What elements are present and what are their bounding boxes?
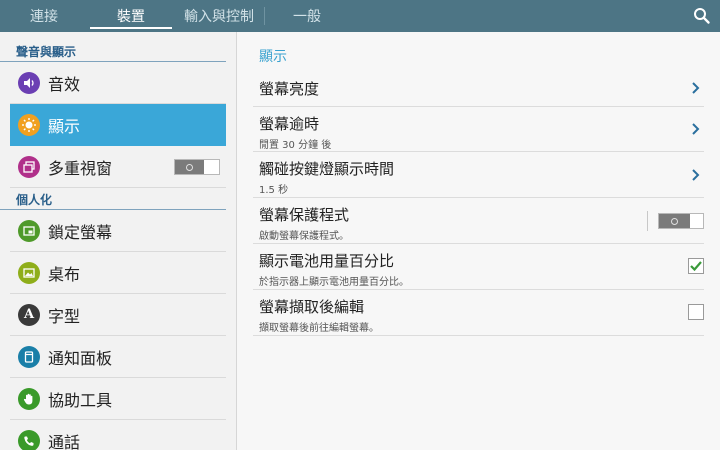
display-settings-panel: 顯示 螢幕亮度 螢幕逾時 閒置 30 分鐘 後 觸碰按鍵燈顯示時間 1.5 秒 …: [237, 32, 720, 450]
accessibility-hand-icon: [18, 387, 40, 410]
search-icon: [694, 8, 710, 24]
setting-title: 顯示電池用量百分比: [259, 252, 395, 270]
sidebar-item-notification-panel[interactable]: 通知面板: [10, 336, 226, 378]
battery-percentage-checkbox[interactable]: [688, 258, 704, 274]
sidebar-item-label: 音效: [48, 74, 81, 94]
wallpaper-icon: [18, 261, 40, 284]
sidebar-item-accessibility[interactable]: 協助工具: [10, 378, 226, 420]
font-icon-glyph: A: [23, 307, 35, 322]
sidebar-item-label: 字型: [48, 306, 81, 326]
tab-label: 輸入與控制: [184, 9, 254, 25]
tab-label: 連接: [30, 9, 58, 25]
toggle-knob: [175, 160, 204, 174]
phone-icon: [18, 429, 40, 450]
speaker-icon: [18, 71, 40, 94]
setting-subtitle: 擷取螢幕後前往編輯螢幕。: [259, 323, 379, 334]
setting-title: 螢幕逾時: [259, 115, 320, 133]
setting-row-screensaver[interactable]: 螢幕保護程式 啟動螢幕保護程式。: [253, 198, 704, 244]
setting-row-screenshot-edit[interactable]: 螢幕擷取後編輯 擷取螢幕後前往編輯螢幕。: [253, 290, 704, 336]
setting-subtitle: 閒置 30 分鐘 後: [259, 140, 332, 151]
sidebar-item-label: 通話: [48, 432, 81, 450]
checkmark-icon: [690, 261, 702, 272]
tab-controls[interactable]: 輸入與控制: [174, 0, 264, 32]
font-icon: A: [18, 303, 40, 326]
screensaver-toggle[interactable]: [658, 213, 704, 229]
chevron-right-icon: [692, 169, 700, 181]
top-tab-bar: 連接 裝置 輸入與控制 一般: [0, 0, 720, 32]
sidebar-item-lock-screen[interactable]: 鎖定螢幕: [10, 210, 226, 252]
tab-device[interactable]: 裝置: [88, 0, 174, 32]
tab-label: 一般: [293, 9, 321, 25]
sidebar-item-multi-window[interactable]: 多重視窗: [10, 146, 226, 188]
tab-connections[interactable]: 連接: [0, 0, 88, 32]
setting-title: 螢幕亮度: [259, 80, 320, 98]
page-title: 顯示: [259, 49, 287, 65]
setting-subtitle: 於指示器上顯示電池用量百分比。: [259, 277, 409, 288]
sidebar-item-label: 桌布: [48, 264, 81, 284]
sidebar-item-label: 顯示: [48, 116, 81, 136]
sidebar: 聲音與顯示 音效 顯示 多重視窗 個人化 鎖定螢幕 桌布 A 字型 通知面板 協…: [0, 32, 236, 450]
search-button[interactable]: [692, 6, 712, 26]
sidebar-item-call[interactable]: 通話: [10, 420, 226, 450]
setting-title: 螢幕保護程式: [259, 206, 350, 224]
setting-subtitle: 啟動螢幕保護程式。: [259, 231, 349, 242]
chevron-right-icon: [692, 82, 700, 94]
sidebar-item-display[interactable]: 顯示: [10, 104, 226, 146]
sidebar-item-label: 通知面板: [48, 348, 113, 368]
setting-title: 螢幕擷取後編輯: [259, 298, 365, 316]
sidebar-item-label: 協助工具: [48, 390, 113, 410]
section-header-personalization: 個人化: [0, 188, 226, 210]
chevron-right-icon: [692, 123, 700, 135]
sidebar-item-label: 鎖定螢幕: [48, 222, 113, 242]
section-header-sound-display: 聲音與顯示: [0, 42, 226, 62]
multi-window-toggle[interactable]: [174, 159, 220, 175]
setting-row-touch-key-light[interactable]: 觸碰按鍵燈顯示時間 1.5 秒: [253, 152, 704, 198]
toggle-knob: [659, 214, 690, 228]
setting-row-screen-timeout[interactable]: 螢幕逾時 閒置 30 分鐘 後: [253, 107, 704, 152]
multi-window-icon: [18, 155, 40, 178]
lock-screen-icon: [18, 219, 40, 242]
notification-panel-icon: [18, 345, 40, 368]
screenshot-edit-checkbox[interactable]: [688, 304, 704, 320]
tab-general[interactable]: 一般: [265, 0, 349, 32]
sidebar-item-sound[interactable]: 音效: [10, 62, 226, 104]
control-divider: [647, 211, 648, 231]
setting-row-brightness[interactable]: 螢幕亮度: [253, 70, 704, 107]
sidebar-item-font[interactable]: A 字型: [10, 294, 226, 336]
setting-row-battery-percentage[interactable]: 顯示電池用量百分比 於指示器上顯示電池用量百分比。: [253, 244, 704, 290]
setting-title: 觸碰按鍵燈顯示時間: [259, 160, 395, 178]
sidebar-item-wallpaper[interactable]: 桌布: [10, 252, 226, 294]
sidebar-item-label: 多重視窗: [48, 158, 113, 178]
brightness-icon: [18, 113, 40, 136]
tab-label: 裝置: [117, 9, 145, 25]
setting-subtitle: 1.5 秒: [259, 185, 289, 196]
